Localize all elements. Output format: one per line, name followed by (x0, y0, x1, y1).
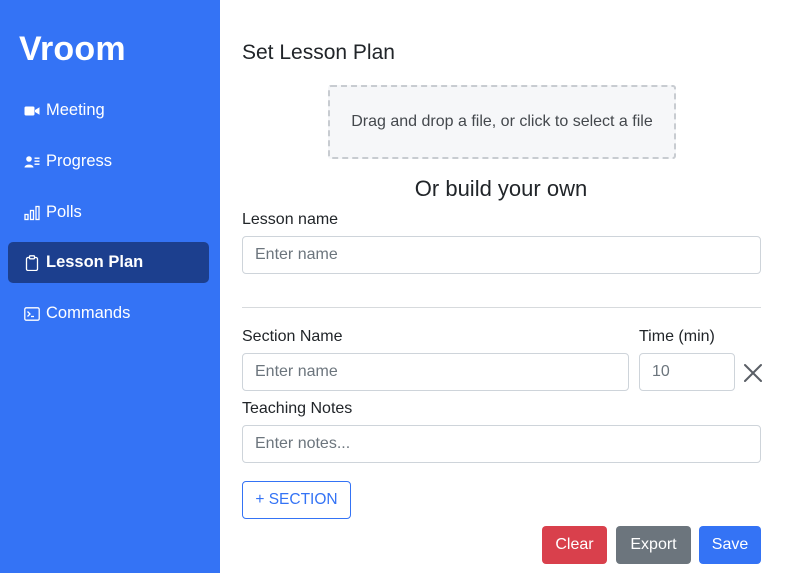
app-logo: Vroom (19, 30, 126, 68)
section-name-input[interactable] (242, 353, 629, 391)
export-button[interactable]: Export (616, 526, 691, 564)
section-name-label: Section Name (242, 328, 343, 345)
lesson-name-label: Lesson name (242, 211, 339, 228)
bar-chart-icon (24, 205, 40, 221)
dropzone-text: Drag and drop a file, or click to select… (351, 113, 653, 130)
build-your-own-heading: Or build your own (414, 176, 588, 201)
video-camera-icon (24, 103, 40, 119)
sidebar: Vroom Meeting Progress Polls Lesson Plan… (0, 0, 220, 573)
sidebar-item-commands[interactable]: Commands (8, 293, 209, 334)
sidebar-item-polls[interactable]: Polls (8, 192, 209, 233)
clear-button[interactable]: Clear (542, 526, 607, 564)
sidebar-item-label: Polls (46, 203, 82, 221)
time-input[interactable] (639, 353, 735, 391)
add-section-button[interactable]: + SECTION (242, 481, 351, 519)
sidebar-item-progress[interactable]: Progress (8, 141, 209, 182)
page-title: Set Lesson Plan (242, 41, 395, 64)
remove-section-button[interactable] (741, 361, 765, 385)
close-icon (743, 363, 763, 383)
sidebar-item-meeting[interactable]: Meeting (8, 90, 209, 131)
divider (242, 307, 761, 308)
save-button[interactable]: Save (699, 526, 761, 564)
time-label: Time (min) (639, 328, 715, 345)
file-dropzone[interactable]: Drag and drop a file, or click to select… (328, 85, 676, 159)
sidebar-item-label: Meeting (46, 101, 105, 119)
sidebar-item-lesson-plan[interactable]: Lesson Plan (8, 242, 209, 283)
person-list-icon (24, 154, 40, 170)
teaching-notes-input[interactable] (242, 425, 761, 463)
main-content: Set Lesson Plan Drag and drop a file, or… (220, 0, 804, 573)
sidebar-item-label: Lesson Plan (46, 253, 144, 271)
sidebar-item-label: Progress (46, 152, 113, 170)
lesson-name-input[interactable] (242, 236, 761, 274)
clipboard-icon (24, 254, 40, 271)
teaching-notes-label: Teaching Notes (242, 400, 353, 417)
sidebar-item-label: Commands (46, 304, 131, 322)
terminal-icon (24, 306, 40, 322)
